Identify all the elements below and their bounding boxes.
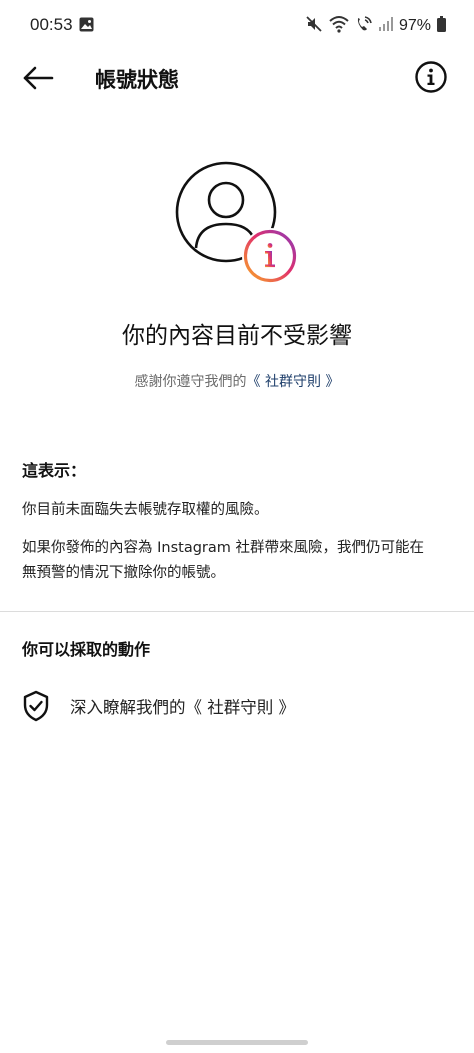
meaning-paragraph-1: 你目前未面臨失去帳號存取權的風險。 (22, 502, 269, 518)
battery-icon (437, 16, 446, 36)
section-divider (0, 611, 474, 612)
status-subtitle: 感謝你遵守我們的《 社群守則 》 (0, 371, 474, 391)
learn-guidelines-action[interactable]: 深入瞭解我們的《 社群守則 》 (0, 686, 474, 734)
back-button[interactable] (18, 62, 58, 94)
app-header: 帳號狀態 (0, 52, 474, 104)
meaning-paragraph-2-line-1: 如果你發佈的內容為 Instagram 社群帶來風險，我們仍可能在 (22, 540, 424, 556)
arrow-left-icon (23, 66, 54, 90)
meaning-paragraph-2: 如果你發佈的內容為 Instagram 社群帶來風險，我們仍可能在 無預警的情況… (22, 536, 462, 586)
shield-check-icon (22, 690, 50, 722)
status-bar: 00:53 97% (0, 0, 474, 52)
mute-icon (305, 15, 323, 37)
community-guidelines-link[interactable]: 《 社群守則 》 (247, 374, 340, 390)
info-badge-icon (242, 228, 298, 284)
info-button[interactable] (414, 60, 448, 94)
home-indicator[interactable] (166, 1040, 308, 1045)
info-circle-icon (415, 61, 447, 93)
status-time: 00:53 (30, 15, 73, 34)
meaning-paragraph-2-line-2: 無預警的情況下撤除你的帳號。 (22, 565, 225, 581)
wifi-icon (329, 15, 349, 37)
image-icon (79, 17, 94, 36)
action-label: 深入瞭解我們的《 社群守則 》 (70, 698, 295, 717)
meaning-heading: 這表示： (22, 461, 87, 480)
actions-heading: 你可以採取的動作 (22, 640, 151, 659)
signal-icon (378, 16, 393, 36)
battery-percent: 97% (398, 17, 431, 34)
page-title: 帳號狀態 (95, 68, 179, 92)
subtitle-text: 感謝你遵守我們的 (134, 374, 247, 390)
status-icons: 97% (305, 14, 446, 38)
wifi-call-icon (355, 15, 373, 37)
status-illustration (174, 160, 304, 290)
status-headline: 你的內容目前不受影響 (122, 323, 352, 349)
